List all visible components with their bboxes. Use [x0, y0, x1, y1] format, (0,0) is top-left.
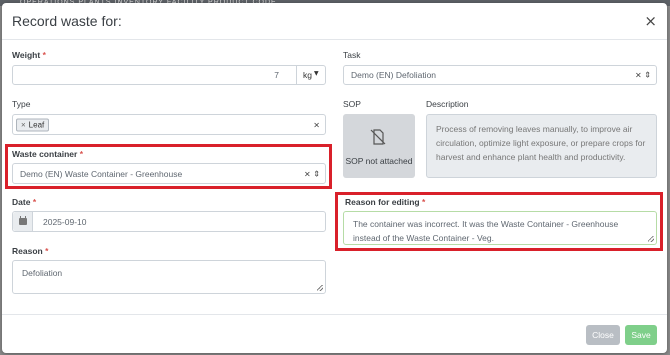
date-value: 2025-09-10	[43, 216, 87, 227]
weight-value: 7	[274, 70, 279, 80]
task-label: Task	[343, 50, 361, 60]
reason-for-editing-text: The container was incorrect. It was the …	[353, 219, 619, 243]
remove-tag-icon[interactable]: ×	[21, 120, 26, 129]
modal-header: Record waste for: ×	[2, 3, 667, 40]
reason-label: Reason *	[12, 246, 49, 256]
type-tag-label: Leaf	[28, 120, 45, 129]
close-button[interactable]: Close	[586, 325, 620, 345]
task-value: Demo (EN) Defoliation	[351, 70, 437, 80]
description-label: Description	[426, 99, 469, 109]
date-input[interactable]: 2025-09-10	[12, 211, 326, 232]
weight-label: Weight *	[12, 50, 46, 60]
waste-container-value: Demo (EN) Waste Container - Greenhouse	[20, 168, 183, 179]
close-icon[interactable]: ×	[644, 12, 657, 30]
reason-text: Defoliation	[22, 268, 63, 278]
modal-title: Record waste for:	[12, 13, 122, 29]
record-waste-modal: Record waste for: × Weight * 7 kg ▼ Task…	[2, 3, 667, 353]
footer-divider	[2, 314, 667, 315]
sop-box: SOP not attached	[343, 114, 415, 178]
chevron-down-icon: ▼	[314, 70, 319, 77]
type-tag: × Leaf	[16, 118, 50, 131]
waste-container-select[interactable]: Demo (EN) Waste Container - Greenhouse ×…	[12, 163, 326, 184]
sop-status: SOP not attached	[345, 156, 413, 166]
sop-label: SOP	[343, 99, 361, 109]
reason-for-editing-textarea[interactable]: The container was incorrect. It was the …	[343, 211, 657, 245]
reason-for-editing-label: Reason for editing *	[345, 197, 426, 207]
waste-container-label: Waste container *	[12, 149, 84, 159]
calendar-button[interactable]	[13, 212, 33, 231]
resize-grip-icon[interactable]	[317, 285, 323, 291]
file-slash-icon	[370, 129, 386, 145]
description-text: Process of removing leaves manually, to …	[436, 124, 646, 162]
type-label: Type	[12, 99, 31, 109]
date-label: Date *	[12, 197, 37, 207]
reason-textarea[interactable]: Defoliation	[12, 260, 326, 294]
clear-and-chevron-icon[interactable]: × ⇕	[635, 71, 651, 80]
clear-icon[interactable]: ×	[313, 120, 320, 129]
weight-unit-value: kg	[303, 70, 312, 80]
resize-grip-icon[interactable]	[648, 236, 654, 242]
task-select[interactable]: Demo (EN) Defoliation × ⇕	[343, 65, 657, 85]
clear-and-chevron-icon[interactable]: × ⇕	[304, 169, 320, 178]
description-box: Process of removing leaves manually, to …	[426, 114, 657, 178]
type-select[interactable]: × Leaf ×	[12, 114, 326, 135]
weight-input[interactable]: 7	[12, 65, 297, 85]
weight-unit-select[interactable]: kg ▼	[296, 65, 326, 85]
save-button[interactable]: Save	[625, 325, 657, 345]
calendar-icon	[19, 216, 27, 225]
